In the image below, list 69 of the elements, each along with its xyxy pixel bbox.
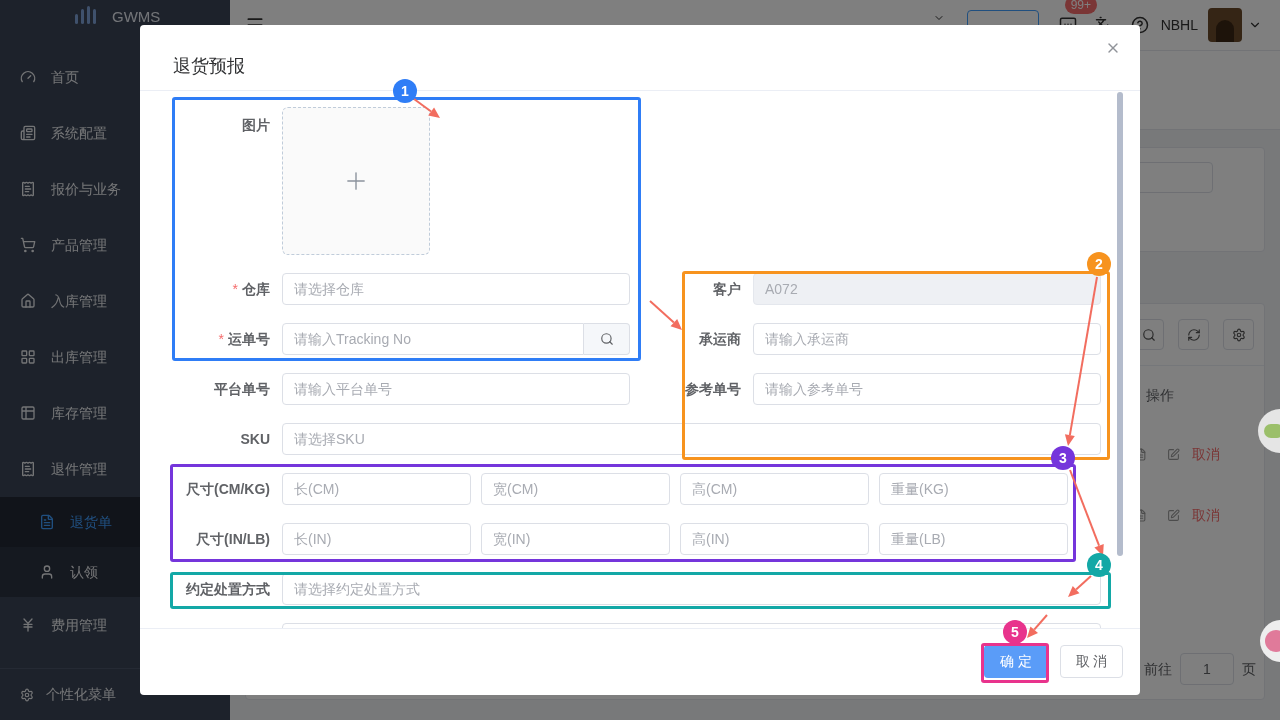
menu-item[interactable]: 报价与业务 <box>0 161 230 217</box>
logo-text: GWMS <box>112 7 161 27</box>
logo-icon <box>74 6 96 24</box>
page-suffix: 页 <box>1242 659 1256 679</box>
file-icon <box>39 514 55 530</box>
required-mark: * <box>232 279 238 299</box>
notification-badge: 99+ <box>1064 0 1097 14</box>
field-label: 尺寸(CM/KG) <box>186 479 270 499</box>
field-label: SKU <box>240 429 270 449</box>
arrow <box>1027 614 1048 638</box>
gear-icon <box>20 687 34 702</box>
refresh-icon <box>1186 327 1201 342</box>
settings-button[interactable] <box>1223 319 1254 350</box>
refresh-button[interactable] <box>1178 319 1209 350</box>
table-icon <box>20 405 36 421</box>
input-field[interactable]: 宽(CM) <box>481 473 670 505</box>
input-field[interactable]: 长(CM) <box>282 473 471 505</box>
edit-icon[interactable] <box>1167 509 1180 522</box>
page-field[interactable]: 1 <box>1180 653 1234 685</box>
field-label: 平台单号 <box>214 379 270 399</box>
cancel-button[interactable]: 取 消 <box>1060 644 1123 678</box>
required-mark: * <box>218 329 224 349</box>
user-name: NBHL <box>1160 15 1198 35</box>
dialog-title: 退货预报 <box>173 55 245 78</box>
menu-item[interactable]: 费用管理 <box>0 597 230 653</box>
input-field[interactable]: 请输入Tracking No <box>282 323 584 355</box>
field-label: 运单号 <box>228 329 270 349</box>
house-icon <box>20 293 36 309</box>
input-field[interactable]: 请选择仓库 <box>282 273 630 305</box>
document-icon <box>20 125 36 141</box>
input-field[interactable]: 长(IN) <box>282 523 471 555</box>
input-field[interactable]: 重量(LB) <box>879 523 1068 555</box>
field-label: 承运商 <box>699 329 741 349</box>
menu-item[interactable]: 系统配置 <box>0 105 230 161</box>
input-field[interactable]: 请输入参考单号 <box>753 373 1101 405</box>
search-icon <box>1141 327 1156 342</box>
input-field[interactable]: 高(CM) <box>680 473 869 505</box>
input-field[interactable]: 宽(IN) <box>481 523 670 555</box>
settings-icon <box>1231 327 1246 342</box>
goto-label: 前往 <box>1144 659 1172 679</box>
menu-item[interactable]: 产品管理 <box>0 217 230 273</box>
receipt-icon <box>20 181 36 197</box>
cart-icon <box>20 237 36 253</box>
input-field[interactable]: 高(IN) <box>680 523 869 555</box>
receipt-icon <box>20 461 36 477</box>
column-header: 操作 <box>1146 385 1174 405</box>
grid-icon <box>20 349 36 365</box>
arrow <box>413 98 440 118</box>
gauge-icon <box>20 69 36 85</box>
menu-item[interactable]: 入库管理 <box>0 273 230 329</box>
field-label: 仓库 <box>242 279 270 299</box>
confirm-button[interactable]: 确 定 <box>984 644 1048 678</box>
field-label: 约定处置方式 <box>186 579 270 599</box>
input-field[interactable]: 请输入承运商 <box>753 323 1101 355</box>
field-label: 图片 <box>242 116 270 135</box>
arrow <box>649 300 682 330</box>
input-field[interactable]: 请输入平台单号 <box>282 373 630 405</box>
highlight-frame <box>981 643 1049 683</box>
arrow <box>1068 575 1092 597</box>
yen-icon <box>20 617 36 633</box>
user-icon <box>39 564 55 580</box>
cancel-link[interactable]: 取消 <box>1192 444 1220 465</box>
edit-icon[interactable] <box>1167 448 1180 461</box>
input-field[interactable]: 重量(KG) <box>879 473 1068 505</box>
scrollbar[interactable] <box>1117 92 1123 556</box>
field-label: 参考单号 <box>685 379 741 399</box>
cancel-link[interactable]: 取消 <box>1192 505 1220 526</box>
search-icon <box>599 332 614 346</box>
field-label: 客户 <box>713 279 741 299</box>
